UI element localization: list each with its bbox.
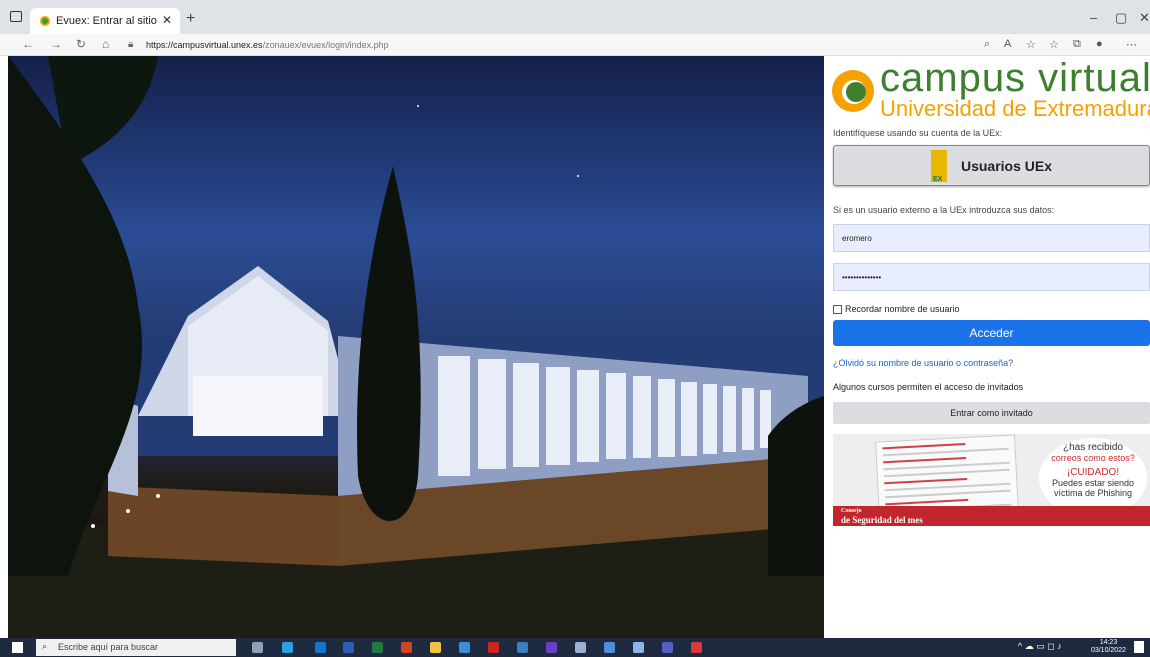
app-icon-3[interactable] [604,642,615,653]
excel-icon[interactable] [372,642,383,653]
browser-tab-bar: Evuex: Entrar al sitio ✕ + – ▢ ✕ [0,0,1150,34]
uex-login-label: Usuarios UEx [960,157,1053,174]
tab-close-icon[interactable]: ✕ [162,13,172,27]
guest-note: Algunos cursos permiten el acceso de inv… [833,382,1024,392]
url-path: /zonauex/evuex/login/index.php [262,40,389,50]
tab-actions-icon[interactable] [10,11,22,22]
home-icon[interactable]: ⌂ [102,37,109,51]
hero-photo [8,56,824,638]
username-field[interactable]: eromero [833,224,1150,252]
forward-icon[interactable]: → [50,37,62,51]
visual-studio-icon[interactable] [546,642,557,653]
username-value: eromero [842,234,872,243]
close-window-icon[interactable]: ✕ [1139,10,1150,26]
banner-strip: Consejo de Seguridad del mes [833,506,1150,526]
favorite-icon[interactable]: ☆ [1026,38,1036,51]
taskbar-search[interactable]: ⌕ Escribe aquí para buscar [36,639,236,656]
tray-icons[interactable]: ^ ☁ ▭ ◻ ♪ [1018,641,1062,652]
strip-small: Consejo [841,508,862,514]
uex-login-button[interactable]: Usuarios UEx [833,145,1150,186]
clock[interactable]: 14:23 03/10/2022 [1091,639,1126,655]
new-tab-icon[interactable]: + [186,10,195,28]
restore-icon[interactable]: ▢ [1115,10,1127,26]
app-icon-1[interactable] [517,642,528,653]
store-icon[interactable] [459,642,470,653]
url-field[interactable]: https://campusvirtual.unex.es/zonauex/ev… [146,40,389,50]
logo-mark-icon [832,70,874,112]
phishing-banner[interactable]: ¿has recibido correos como estos? ¡CUIDA… [833,434,1150,526]
logo-title: campus virtual [880,56,1150,100]
teams-icon[interactable] [662,642,673,653]
task-view-icon[interactable] [252,642,263,653]
filezilla-icon[interactable] [488,642,499,653]
remember-label: Recordar nombre de usuario [845,304,960,314]
campus-logo: campus virtual Universidad de Extremadur… [832,56,1150,121]
login-panel: campus virtual Universidad de Extremadur… [824,56,1150,638]
remember-username[interactable]: Recordar nombre de usuario [833,304,960,314]
minimize-icon[interactable]: – [1090,10,1097,25]
read-aloud-icon[interactable]: A [1004,38,1011,50]
edge-icon[interactable] [282,642,293,653]
word-icon[interactable] [343,642,354,653]
more-icon[interactable]: ⋯ [1126,38,1137,51]
site-favicon-icon [40,16,50,26]
search-page-icon[interactable]: ⌕ [984,38,990,51]
powerpoint-icon[interactable] [401,642,412,653]
password-field[interactable]: •••••••••••••• [833,263,1150,291]
app-icon-5[interactable] [691,642,702,653]
search-icon: ⌕ [42,641,48,651]
tab-title: Evuex: Entrar al sitio [56,15,157,27]
banner-warning: ¡CUIDADO! [1066,467,1120,478]
banner-line2: correos como estos? [1051,453,1135,463]
clock-date: 03/10/2022 [1090,647,1126,654]
app-icon-4[interactable] [633,642,644,653]
uex-tower-icon [930,149,947,183]
banner-line1: ¿has recibido [1062,442,1124,453]
favorites-bar-icon[interactable]: ☆ [1049,38,1059,51]
clock-time: 14:23 [1099,639,1118,646]
forgot-password-link[interactable]: ¿Olvidó su nombre de usuario o contraseñ… [833,358,1013,368]
building-illustration [8,56,824,638]
taskbar: ⌕ Escribe aquí para buscar ^ ☁ ▭ ◻ ♪ 14:… [0,638,1150,657]
url-host: https://campusvirtual.unex.es [146,40,263,50]
password-value: •••••••••••••• [842,273,882,282]
lock-icon[interactable]: 🔒︎ [128,39,133,50]
profile-icon[interactable]: ● [1096,38,1103,50]
windows-start-icon[interactable] [12,642,23,653]
guest-login-button[interactable]: Entrar como invitado [833,402,1150,424]
banner-line5: víctima de Phishing [1053,488,1133,498]
search-placeholder: Escribe aquí para buscar [58,642,159,652]
collections-icon[interactable]: ⧉ [1073,38,1081,51]
strip-big: de Seguridad del mes [841,515,923,525]
address-bar: ← → ↻ ⌂ 🔒︎ https://campusvirtual.unex.es… [0,34,1150,56]
tab-active[interactable]: Evuex: Entrar al sitio ✕ [30,8,180,34]
banner-line4: Puedes estar siendo [1051,478,1135,488]
notifications-icon[interactable] [1134,641,1144,653]
uex-prompt: Identifíquese usando su cuenta de la UEx… [833,128,1003,138]
outlook-icon[interactable] [315,642,326,653]
submit-button[interactable]: Acceder [833,320,1150,346]
logo-subtitle: Universidad de Extremadura [880,96,1150,121]
app-icon-2[interactable] [575,642,586,653]
refresh-icon[interactable]: ↻ [76,37,86,51]
external-prompt: Si es un usuario externo a la UEx introd… [833,205,1055,215]
remember-checkbox[interactable] [833,304,842,314]
back-icon[interactable]: ← [22,37,34,51]
file-explorer-icon[interactable] [430,642,441,653]
